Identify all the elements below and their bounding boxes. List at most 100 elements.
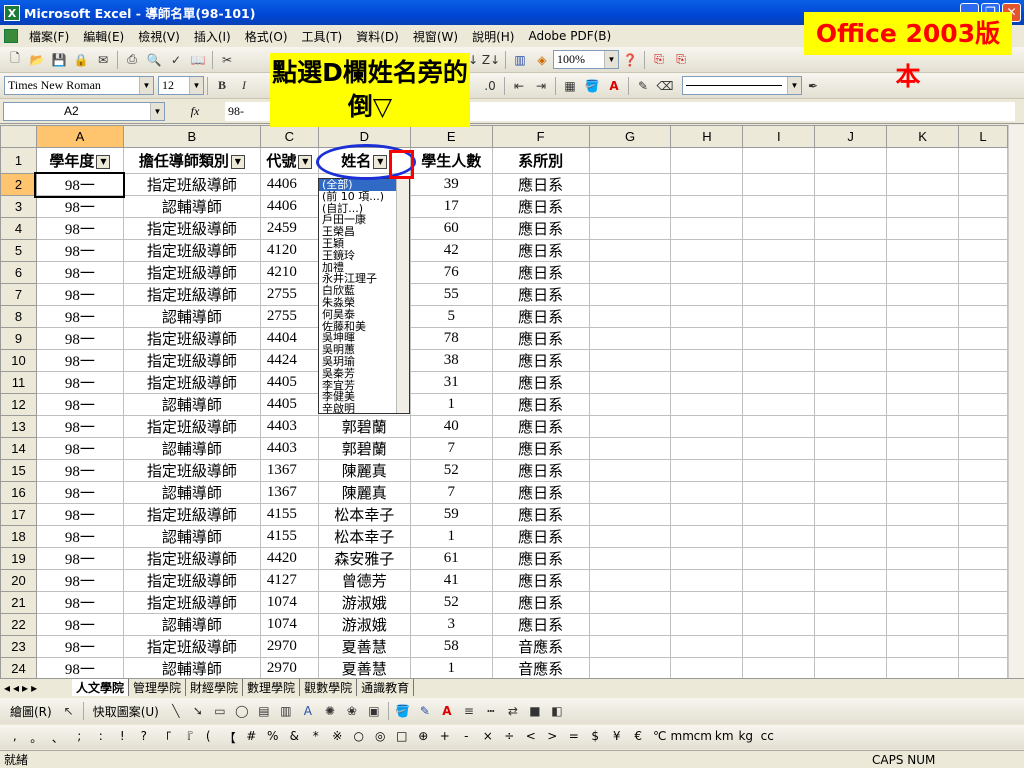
cell[interactable]: 3 [409, 613, 493, 636]
arrow-icon[interactable]: ➘ [188, 701, 208, 721]
cell[interactable]: 認輔導師 [122, 657, 261, 678]
cell[interactable] [957, 525, 1008, 548]
header-cell-code[interactable]: 代號 ▼ [259, 147, 319, 174]
cell[interactable] [957, 569, 1008, 592]
symbol-button[interactable]: € [628, 729, 650, 746]
filter-dropdown-list[interactable]: (全部) (前 10 項...) (自訂...) 戶田一康 王榮昌 王穎 王鏡玲 加禮 永井江理… [318, 178, 410, 414]
cell[interactable]: 1074 [259, 591, 319, 614]
cell[interactable] [886, 547, 959, 570]
header-cell-students[interactable]: 學生人數 [409, 147, 493, 174]
cell[interactable] [670, 195, 744, 218]
symbol-button[interactable]: # [241, 729, 263, 746]
symbol-button[interactable]: ÷ [499, 729, 521, 746]
row-header[interactable]: 3 [0, 195, 37, 218]
cell[interactable]: 98一 [35, 503, 124, 526]
chevron-down-icon[interactable]: ▼ [189, 77, 203, 94]
symbol-button[interactable]: × [477, 729, 499, 746]
worksheet-grid[interactable]: A B C D E F G H I J K L 1 學年度 ▼ 擔任導師類別 ▼ 代… [0, 125, 1008, 678]
cell[interactable] [588, 613, 672, 636]
cell[interactable]: 陳麗真 [317, 459, 411, 482]
zoom-select[interactable]: 100% ▼ [553, 50, 619, 69]
cell[interactable] [814, 239, 888, 262]
sheet-tab-general[interactable]: 通識教育 [357, 679, 415, 696]
draw-menu[interactable]: 繪圖(R) [4, 703, 58, 720]
cell[interactable] [957, 327, 1008, 350]
new-icon[interactable]: 🗋 [5, 50, 25, 70]
column-header-e[interactable]: E [409, 125, 493, 148]
cell[interactable]: 2459 [259, 217, 319, 240]
line-icon[interactable]: ╲ [166, 701, 186, 721]
cell[interactable]: 40 [409, 415, 493, 438]
cell[interactable]: 指定班級導師 [122, 349, 261, 372]
cell[interactable] [886, 657, 959, 678]
symbol-button[interactable]: 「 [155, 729, 177, 746]
cell[interactable] [814, 173, 888, 196]
cell[interactable] [670, 261, 744, 284]
3d-icon[interactable]: ◧ [547, 701, 567, 721]
cell[interactable]: 指定班級導師 [122, 173, 261, 196]
cell[interactable] [588, 217, 672, 240]
cell[interactable] [670, 415, 744, 438]
cell[interactable] [742, 437, 816, 460]
cell[interactable]: 應日系 [491, 195, 590, 218]
cell[interactable]: 應日系 [491, 459, 590, 482]
cell[interactable] [957, 481, 1008, 504]
row-header[interactable]: 12 [0, 393, 37, 416]
line-style-select[interactable]: ▼ [682, 76, 802, 95]
cell[interactable] [814, 569, 888, 592]
symbol-button[interactable]: km [714, 729, 736, 746]
cell[interactable]: 應日系 [491, 217, 590, 240]
fill-color-icon[interactable]: 🪣 [582, 76, 602, 96]
cell[interactable]: 4405 [259, 393, 319, 416]
cell[interactable] [814, 283, 888, 306]
menu-adobe-pdf[interactable]: Adobe PDF(B) [521, 29, 618, 43]
column-header-a[interactable]: A [35, 125, 124, 148]
symbol-button[interactable]: ¥ [606, 729, 628, 746]
cell[interactable]: 2755 [259, 283, 319, 306]
column-header-c[interactable]: C [259, 125, 319, 148]
column-header-j[interactable]: J [814, 125, 888, 148]
cell[interactable]: 應日系 [491, 349, 590, 372]
cell[interactable]: 指定班級導師 [122, 459, 261, 482]
cell[interactable] [957, 305, 1008, 328]
textbox-icon[interactable]: ▤ [254, 701, 274, 721]
symbol-button[interactable]: kg [735, 729, 757, 746]
picture-icon[interactable]: ▣ [364, 701, 384, 721]
cell[interactable] [886, 195, 959, 218]
cell[interactable]: 98一 [35, 459, 124, 482]
cell[interactable] [957, 503, 1008, 526]
row-header[interactable]: 5 [0, 239, 37, 262]
cell[interactable]: 98一 [35, 283, 124, 306]
italic-button[interactable]: I [234, 76, 254, 96]
cell[interactable] [814, 217, 888, 240]
bold-button[interactable]: B [212, 76, 232, 96]
symbol-button[interactable]: □ [391, 729, 413, 746]
row-header[interactable]: 4 [0, 217, 37, 240]
cell[interactable] [814, 349, 888, 372]
cell[interactable] [670, 635, 744, 658]
cell[interactable]: 98一 [35, 481, 124, 504]
cell[interactable]: 98一 [35, 591, 124, 614]
symbol-button[interactable]: mm [671, 729, 694, 746]
symbol-button[interactable]: > [542, 729, 564, 746]
cell[interactable] [814, 305, 888, 328]
cell[interactable]: 4404 [259, 327, 319, 350]
cell[interactable] [814, 327, 888, 350]
sheet-tab-management[interactable]: 管理學院 [129, 679, 187, 696]
cell[interactable] [957, 657, 1008, 678]
row-header[interactable]: 23 [0, 635, 37, 658]
cell[interactable]: 指定班級導師 [122, 569, 261, 592]
tab-scroll-arrows-icon[interactable]: ◂◂▸▸ [0, 681, 72, 695]
cell[interactable]: 98一 [35, 371, 124, 394]
cell[interactable]: 4155 [259, 503, 319, 526]
cell[interactable] [742, 195, 816, 218]
dropdown-scrollbar[interactable] [396, 179, 409, 413]
cell[interactable]: 58 [409, 635, 493, 658]
name-box[interactable]: A2 ▼ [3, 101, 165, 121]
cell[interactable] [670, 349, 744, 372]
cell[interactable]: 應日系 [491, 239, 590, 262]
cell[interactable]: 夏善慧 [317, 635, 411, 658]
cell[interactable] [742, 327, 816, 350]
clipart-icon[interactable]: ❀ [342, 701, 362, 721]
menu-format[interactable]: 格式(O) [238, 28, 295, 45]
